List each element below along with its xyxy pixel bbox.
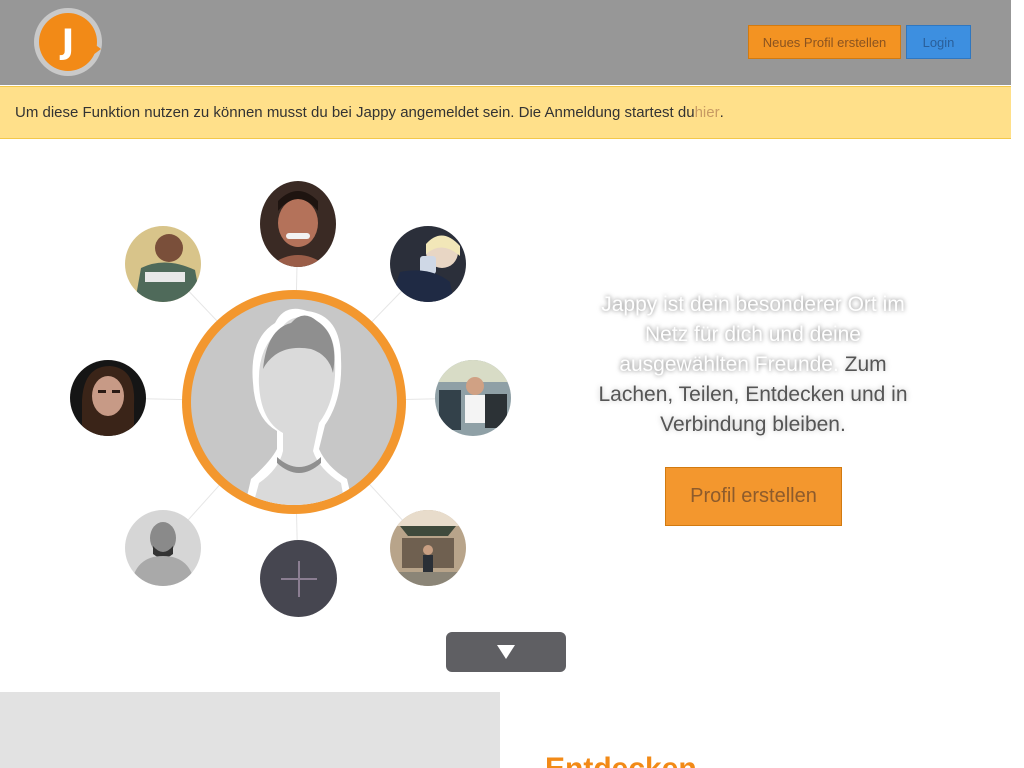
friend-photo <box>435 360 511 436</box>
friend-avatar[interactable] <box>260 181 336 267</box>
add-friend-button[interactable] <box>260 540 337 617</box>
friend-photo <box>70 360 146 436</box>
scroll-down-button[interactable] <box>446 632 566 672</box>
logo-circle: J <box>39 13 101 71</box>
notice-suffix: . <box>719 104 724 121</box>
friend-avatar[interactable] <box>390 226 466 302</box>
logo-letter: J <box>61 22 75 62</box>
friend-photo <box>390 510 466 586</box>
jappy-logo[interactable]: J <box>34 8 102 76</box>
notice-login-link[interactable]: hier <box>695 104 720 121</box>
friend-avatar[interactable] <box>435 360 511 436</box>
friend-photo <box>390 226 466 302</box>
new-profile-button[interactable]: Neues Profil erstellen <box>748 25 901 59</box>
section-heading: Entdecken <box>545 752 697 768</box>
friend-photo <box>260 181 336 267</box>
login-button[interactable]: Login <box>906 25 971 59</box>
profile-silhouette <box>191 299 397 505</box>
profile-placeholder <box>182 290 406 514</box>
user-silhouette-icon <box>245 308 353 505</box>
logo-tail <box>93 43 101 55</box>
friend-photo <box>125 226 201 302</box>
create-profile-button[interactable]: Profil erstellen <box>665 467 842 526</box>
triangle-down-icon <box>497 645 515 659</box>
login-required-notice: Um diese Funktion nutzen zu können musst… <box>0 86 1011 139</box>
notice-text: Um diese Funktion nutzen zu können musst… <box>15 104 695 121</box>
friend-avatar[interactable] <box>125 226 201 302</box>
friend-avatar[interactable] <box>390 510 466 586</box>
friend-photo <box>125 510 201 586</box>
top-bar: J Neues Profil erstellen Login <box>0 0 1011 85</box>
plus-icon <box>280 560 317 597</box>
hero-tagline: Jappy ist dein besonderer Ort im Netz fü… <box>588 290 918 440</box>
friend-avatar[interactable] <box>70 360 146 436</box>
hero-section: Jappy ist dein besonderer Ort im Netz fü… <box>0 140 1011 690</box>
friend-avatar[interactable] <box>125 510 201 586</box>
section-image-placeholder <box>0 692 500 768</box>
